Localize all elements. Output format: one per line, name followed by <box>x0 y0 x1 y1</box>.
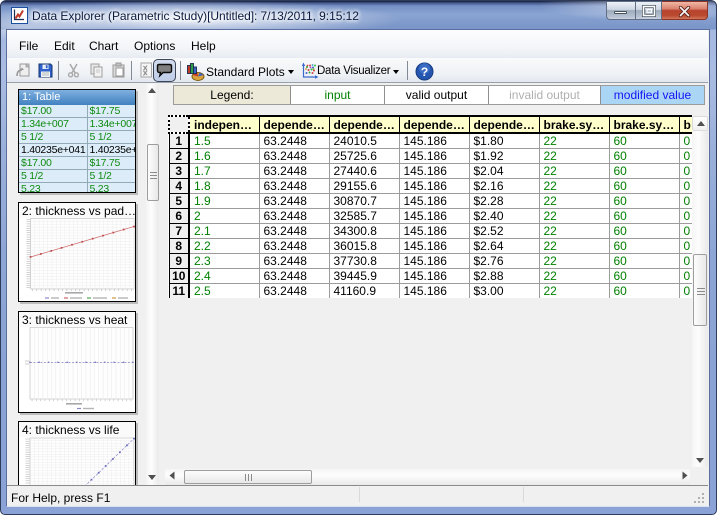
svg-text:?: ? <box>421 65 428 79</box>
